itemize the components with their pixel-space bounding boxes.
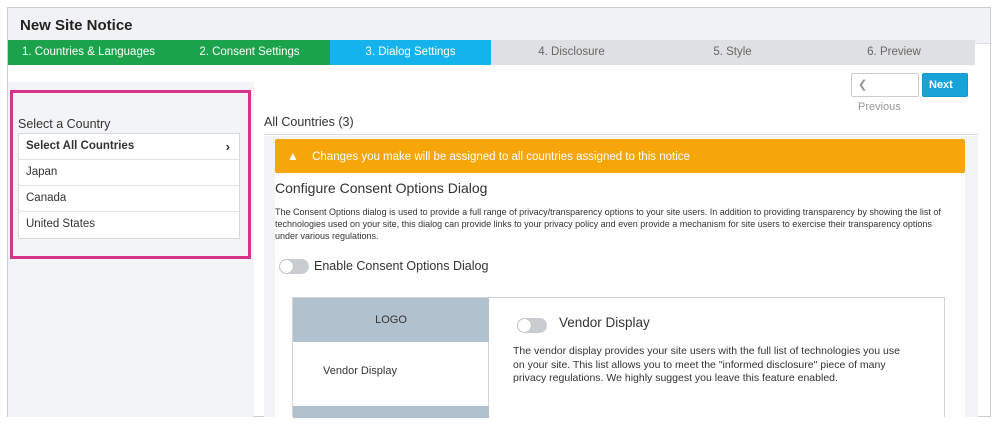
enable-consent-label: Enable Consent Options Dialog	[314, 259, 489, 273]
section-title: Configure Consent Options Dialog	[275, 180, 488, 196]
dialog-preview: LOGO Vendor Display Vendor Display The v…	[292, 297, 945, 418]
country-item-label: Canada	[26, 192, 67, 204]
step-disclosure[interactable]: 4. Disclosure	[491, 40, 652, 65]
preview-sidebar: LOGO Vendor Display	[293, 298, 489, 418]
country-item-label: United States	[26, 218, 96, 230]
wizard-steps: 1. Countries & Languages 2. Consent Sett…	[8, 40, 978, 65]
countries-heading: All Countries (3)	[264, 115, 978, 135]
enable-consent-toggle[interactable]	[279, 259, 309, 274]
previous-button[interactable]: ❮ Previous	[851, 73, 919, 113]
vendor-display-description: The vendor display provides your site us…	[513, 345, 900, 384]
page-header: New Site Notice	[8, 8, 990, 44]
vendor-display-title: Vendor Display	[559, 315, 650, 330]
step-preview[interactable]: 6. Preview	[813, 40, 975, 65]
country-item-japan[interactable]: Japan	[19, 160, 239, 186]
next-button-label: Next	[929, 79, 953, 91]
section-description: The Consent Options dialog is used to pr…	[275, 207, 941, 241]
warning-text: Changes you make will be assigned to all…	[312, 151, 690, 163]
chevron-left-icon: ❮	[858, 79, 868, 91]
country-item-label: Japan	[26, 166, 58, 178]
step-dialog-settings[interactable]: 3. Dialog Settings	[330, 40, 491, 65]
country-item-label: Select All Countries	[26, 140, 135, 152]
step-style[interactable]: 5. Style	[652, 40, 813, 65]
preview-sidebar-next-item	[293, 406, 489, 418]
next-button[interactable]: Next ❯	[922, 73, 968, 113]
country-list: Select All Countries › Japan Canada Unit…	[18, 133, 240, 239]
chevron-right-icon: ❯	[929, 101, 939, 113]
country-item-united-states[interactable]: United States	[19, 212, 239, 238]
preview-logo: LOGO	[293, 298, 489, 342]
country-item-canada[interactable]: Canada	[19, 186, 239, 212]
step-countries-languages[interactable]: 1. Countries & Languages	[8, 40, 169, 65]
previous-button-label: Previous	[858, 101, 901, 113]
chevron-right-icon: ›	[225, 139, 230, 154]
warning-icon: ▲	[287, 149, 299, 163]
select-country-label: Select a Country	[18, 117, 111, 131]
preview-sidebar-vendor-display[interactable]: Vendor Display	[323, 365, 397, 377]
warning-banner: ▲ Changes you make will be assigned to a…	[275, 139, 965, 173]
step-consent-settings[interactable]: 2. Consent Settings	[169, 40, 330, 65]
country-item-select-all[interactable]: Select All Countries ›	[19, 134, 239, 160]
page-title: New Site Notice	[20, 17, 133, 34]
vendor-display-toggle[interactable]	[517, 318, 547, 333]
